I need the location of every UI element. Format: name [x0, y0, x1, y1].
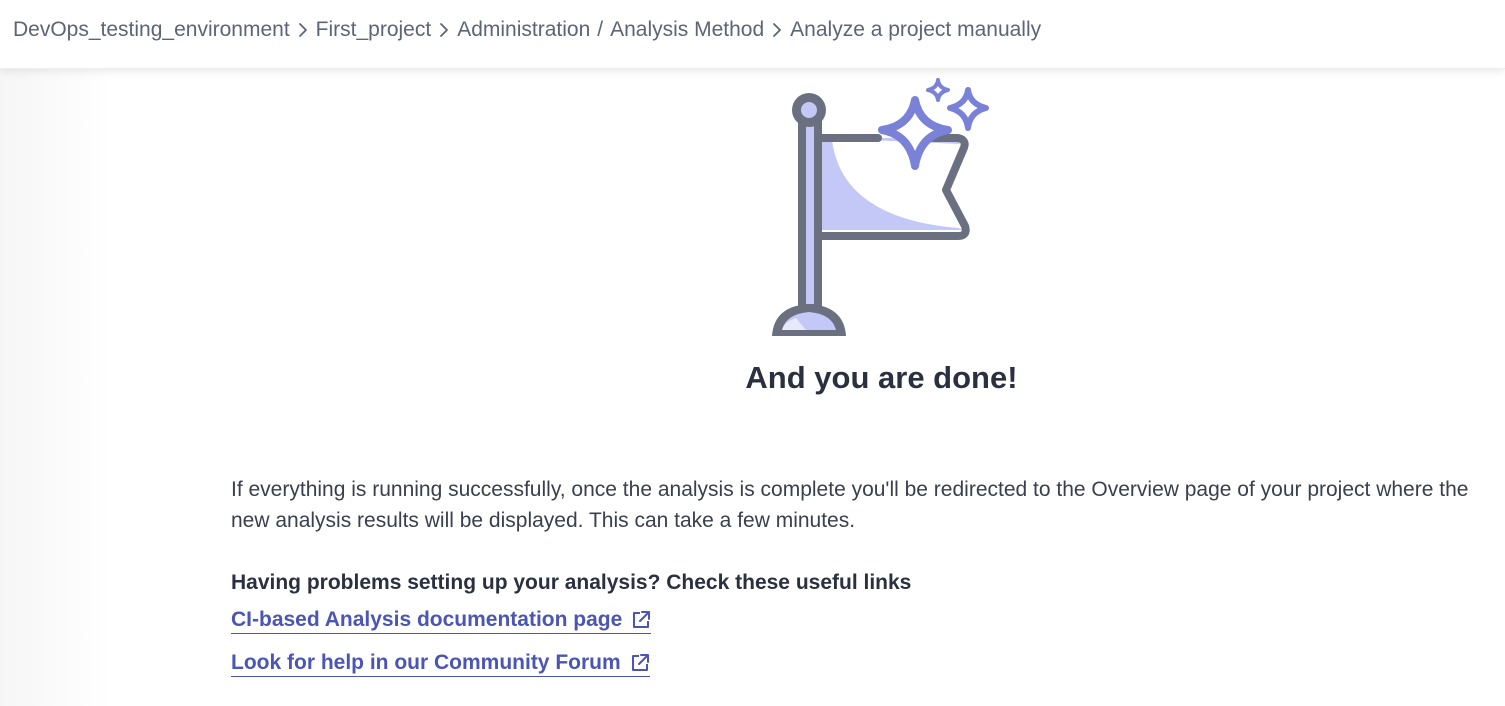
link-row: Look for help in our Community Forum — [231, 650, 1501, 693]
flag-with-sparkles-icon — [760, 78, 1000, 342]
breadcrumb: DevOps_testing_environment First_project… — [13, 18, 1041, 42]
breadcrumb-item-project[interactable]: First_project — [316, 18, 432, 42]
breadcrumb-slash: / — [597, 18, 604, 41]
link-label: Look for help in our Community Forum — [231, 651, 621, 674]
external-link-icon — [630, 653, 650, 673]
chevron-right-icon — [290, 19, 316, 41]
chevron-right-icon — [764, 19, 790, 41]
page: DevOps_testing_environment First_project… — [0, 0, 1505, 706]
help-links: CI-based Analysis documentation page Loo… — [231, 607, 1501, 693]
breadcrumb-item-administration[interactable]: Administration — [457, 18, 590, 42]
community-forum-link[interactable]: Look for help in our Community Forum — [231, 650, 650, 677]
main-content: If everything is running successfully, o… — [231, 474, 1501, 693]
link-label: CI-based Analysis documentation page — [231, 608, 623, 631]
page-title: And you are done! — [745, 360, 1018, 395]
help-heading: Having problems setting up your analysis… — [231, 571, 912, 594]
external-link-icon — [631, 610, 651, 630]
link-row: CI-based Analysis documentation page — [231, 607, 1501, 650]
breadcrumb-item-organization[interactable]: DevOps_testing_environment — [13, 18, 290, 42]
breadcrumb-item-analysis-method[interactable]: Analysis Method — [610, 18, 764, 42]
info-paragraph: If everything is running successfully, o… — [231, 478, 1469, 532]
breadcrumb-item-current: Analyze a project manually — [790, 18, 1042, 41]
chevron-right-icon — [431, 19, 457, 41]
top-bar: DevOps_testing_environment First_project… — [0, 0, 1505, 69]
ci-documentation-link[interactable]: CI-based Analysis documentation page — [231, 607, 652, 634]
